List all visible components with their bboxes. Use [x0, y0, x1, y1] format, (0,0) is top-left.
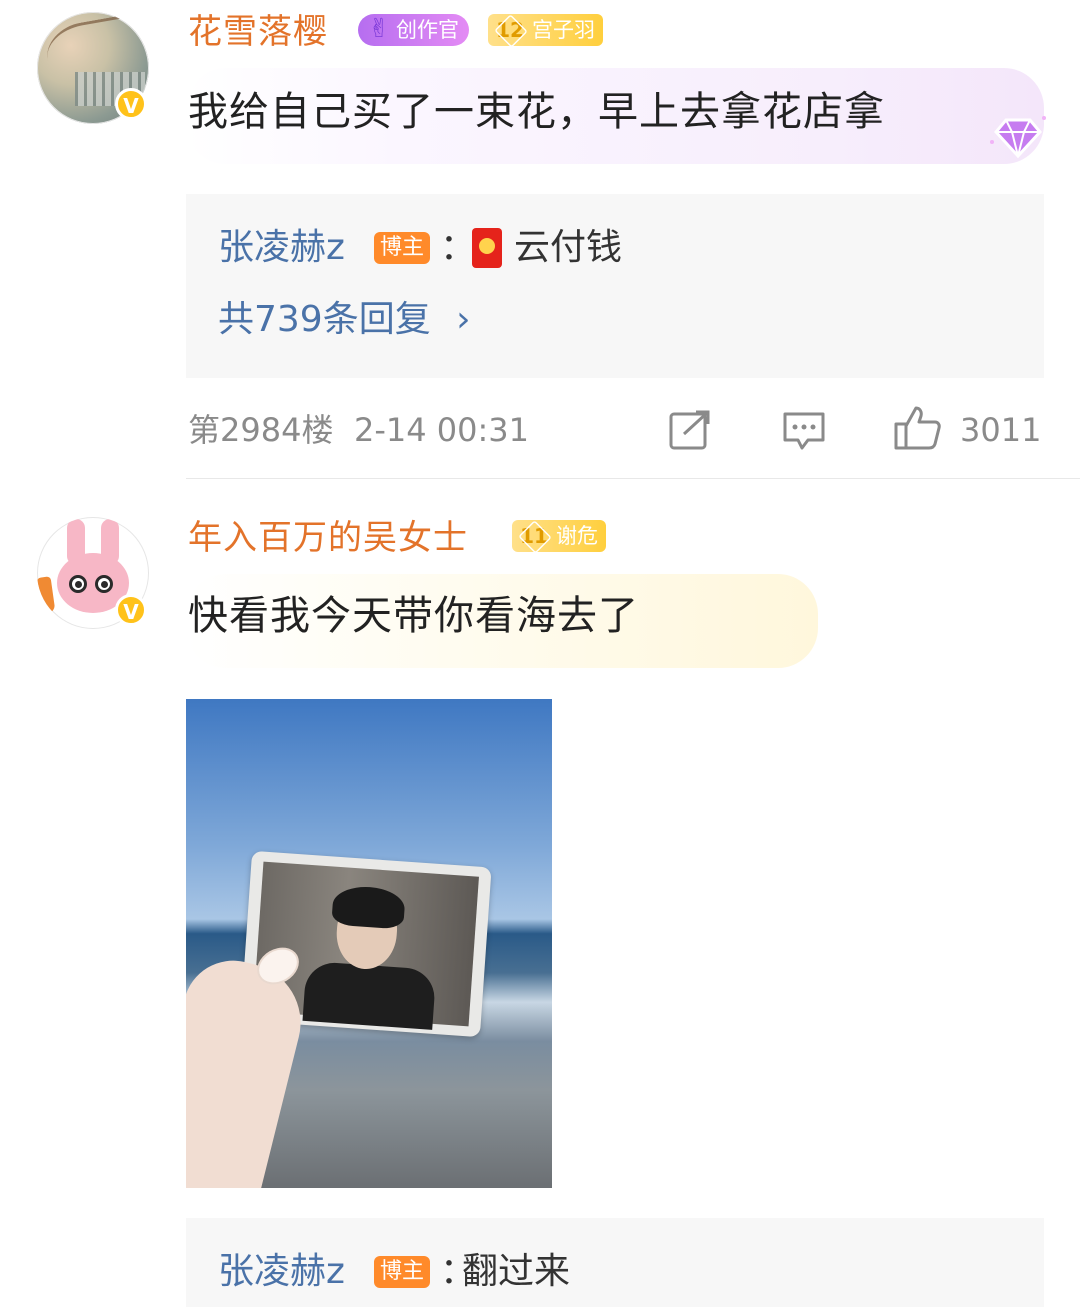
view-replies-link[interactable]: 共739条回复 › [218, 298, 471, 342]
comment-text: 快看我今天带你看海去了 [188, 593, 639, 639]
bunny-eye [95, 575, 113, 593]
chevron-right-icon: › [456, 299, 471, 340]
comment-icon[interactable] [782, 408, 826, 452]
like-count: 3011 [960, 411, 1042, 449]
fan-level-title: 宫子羽 [532, 18, 595, 42]
repost-icon[interactable] [668, 408, 712, 452]
comment-username[interactable]: 花雪落樱 [188, 12, 328, 52]
comment-photo[interactable] [186, 699, 552, 1188]
comment-floor: 第2984楼 [188, 411, 334, 449]
fan-level-badge[interactable]: 12 宫子羽 [488, 14, 603, 46]
reply-text: 翻过来 [462, 1251, 571, 1292]
fan-level-title: 谢危 [556, 524, 598, 548]
reply-separator: ： [440, 227, 477, 268]
comment-username[interactable]: 年入百万的吴女士 [188, 518, 468, 558]
hongbao-icon [472, 228, 502, 268]
photo-person-hair [331, 884, 406, 930]
reply-author[interactable]: 张凌赫z [218, 226, 345, 270]
verified-icon: V [115, 88, 147, 120]
comment-text: 我给自己买了一束花，早上去拿花店拿 [188, 89, 885, 135]
like-icon[interactable] [892, 404, 942, 452]
bunny-eye [69, 575, 87, 593]
creator-badge-label: 创作官 [396, 18, 459, 42]
reply-author[interactable]: 张凌赫z [218, 1250, 345, 1294]
blogger-tag: 博主 [374, 232, 431, 264]
gem-icon [990, 116, 1046, 159]
photo-person-body [302, 960, 437, 1030]
divider [186, 478, 1080, 479]
reply-preview-box[interactable] [186, 194, 1044, 378]
verified-icon: V [115, 594, 147, 626]
carrot [37, 576, 56, 614]
creator-badge[interactable]: ✌ 创作官 [358, 14, 469, 46]
fan-level-number: 12 [492, 14, 528, 46]
reply-text: 云付钱 [514, 227, 623, 268]
fan-level-number: 11 [516, 520, 552, 552]
creator-icon: ✌ [368, 14, 390, 44]
view-replies-label: 共739条回复 [218, 299, 431, 340]
comment-time: 2-14 00:31 [354, 411, 530, 449]
blogger-tag: 博主 [374, 1256, 431, 1288]
fan-level-badge[interactable]: 11 谢危 [512, 520, 606, 552]
